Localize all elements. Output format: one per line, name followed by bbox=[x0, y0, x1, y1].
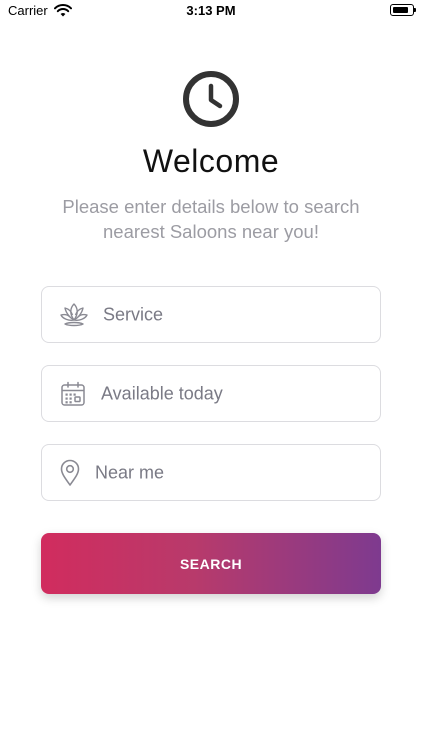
location-pin-icon bbox=[60, 459, 80, 486]
service-field[interactable]: Service bbox=[41, 286, 381, 343]
battery-icon bbox=[390, 4, 416, 16]
availability-label: Available today bbox=[101, 383, 223, 403]
battery-fill bbox=[393, 7, 408, 13]
availability-field[interactable]: Available today bbox=[41, 365, 381, 422]
calendar-icon bbox=[61, 381, 85, 406]
lotus-icon bbox=[60, 302, 88, 326]
status-time: 3:13 PM bbox=[186, 3, 236, 18]
location-field[interactable]: Near me bbox=[41, 444, 381, 501]
page-title: Welcome bbox=[142, 143, 280, 179]
location-label: Near me bbox=[95, 462, 165, 482]
page-subtitle: Please enter details below to search nea… bbox=[62, 196, 360, 242]
status-bar: Carrier 3:13 PM bbox=[0, 0, 422, 24]
clock-icon bbox=[183, 71, 239, 127]
service-label: Service bbox=[103, 304, 164, 324]
search-button[interactable]: SEARCH bbox=[41, 533, 381, 594]
